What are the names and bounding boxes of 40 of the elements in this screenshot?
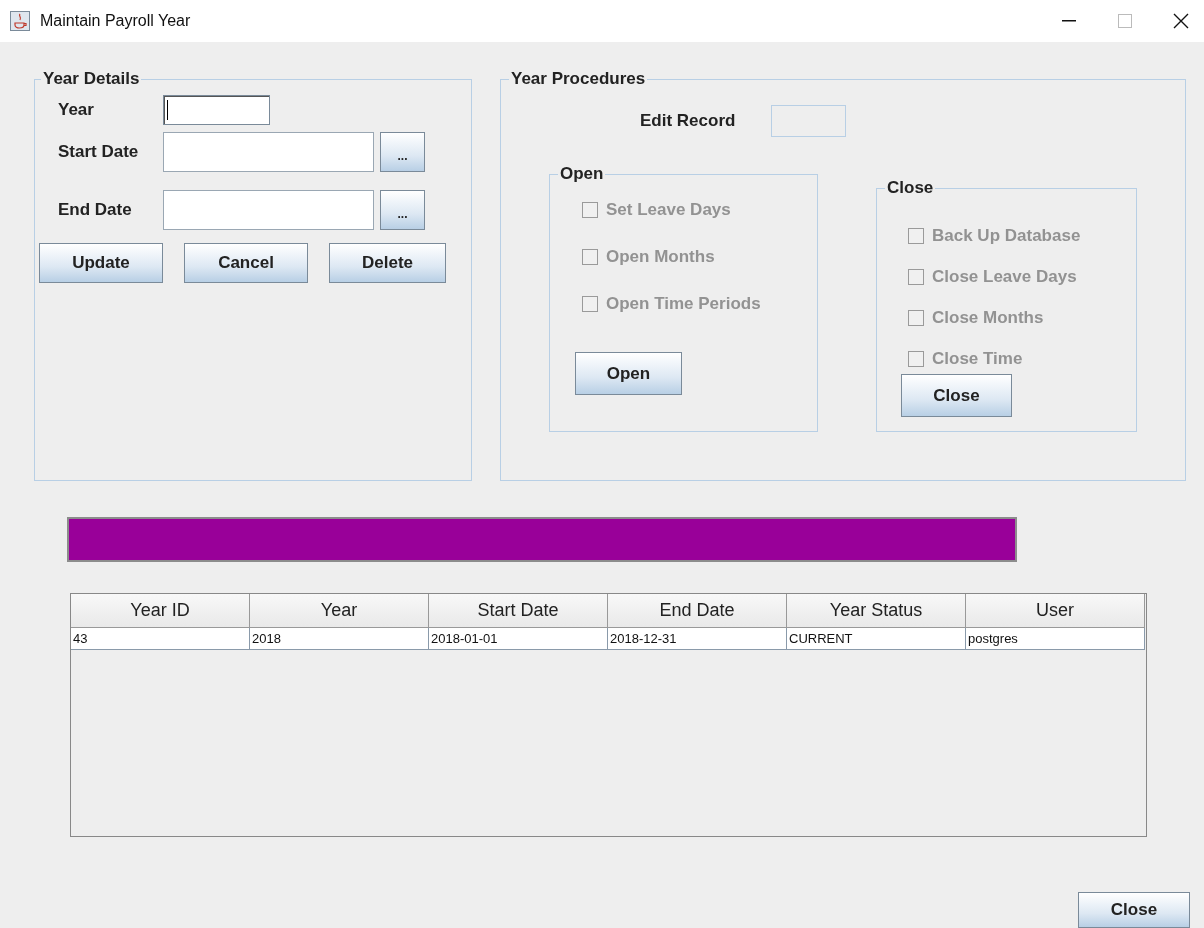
field-label: End Date [58, 200, 133, 220]
column-header[interactable]: Year [250, 593, 429, 628]
table-cell: postgres [966, 627, 1145, 650]
column-header[interactable]: Start Date [429, 593, 608, 628]
open-button[interactable]: Open [575, 352, 682, 395]
date-picker-button[interactable]: ... [380, 132, 425, 172]
table-cell: CURRENT [787, 627, 966, 650]
column-header[interactable]: Year Status [787, 593, 966, 628]
checkbox-label: Close Leave Days [932, 267, 1077, 287]
checkbox-label: Open Months [606, 247, 715, 267]
action-button[interactable]: Cancel [184, 243, 308, 283]
table-cell: 2018-12-31 [608, 627, 787, 650]
action-button[interactable]: Delete [329, 243, 446, 283]
group-title: Close [886, 178, 935, 198]
checkbox-label: Close Months [932, 308, 1044, 328]
window-title: Maintain Payroll Year [40, 12, 192, 30]
checkbox-label: Back Up Database [932, 226, 1081, 246]
table-cell: 43 [71, 627, 250, 650]
action-button[interactable]: Update [39, 243, 163, 283]
column-header[interactable]: Year ID [71, 593, 250, 628]
input-field[interactable] [163, 190, 374, 230]
column-header[interactable]: User [966, 593, 1145, 628]
checkbox-label: Open Time Periods [606, 294, 761, 314]
checkbox-label: Close Time [932, 349, 1023, 369]
close-button[interactable]: Close [1078, 892, 1190, 928]
column-header[interactable]: End Date [608, 593, 787, 628]
checkbox-label: Set Leave Days [606, 200, 731, 220]
input-field[interactable] [163, 132, 374, 172]
group-title: Year Procedures [510, 69, 647, 89]
field-label: Year [58, 100, 95, 120]
table-cell: 2018-01-01 [429, 627, 608, 650]
app-icon [10, 11, 30, 31]
field-label: Start Date [58, 142, 140, 162]
date-picker-button[interactable]: ... [380, 190, 425, 230]
close-button[interactable]: Close [901, 374, 1012, 417]
field-label: Edit Record [640, 111, 737, 131]
table-cell: 2018 [250, 627, 429, 650]
group-title: Open [559, 164, 605, 184]
group-title: Year Details [42, 69, 141, 89]
input-field[interactable] [163, 95, 270, 125]
